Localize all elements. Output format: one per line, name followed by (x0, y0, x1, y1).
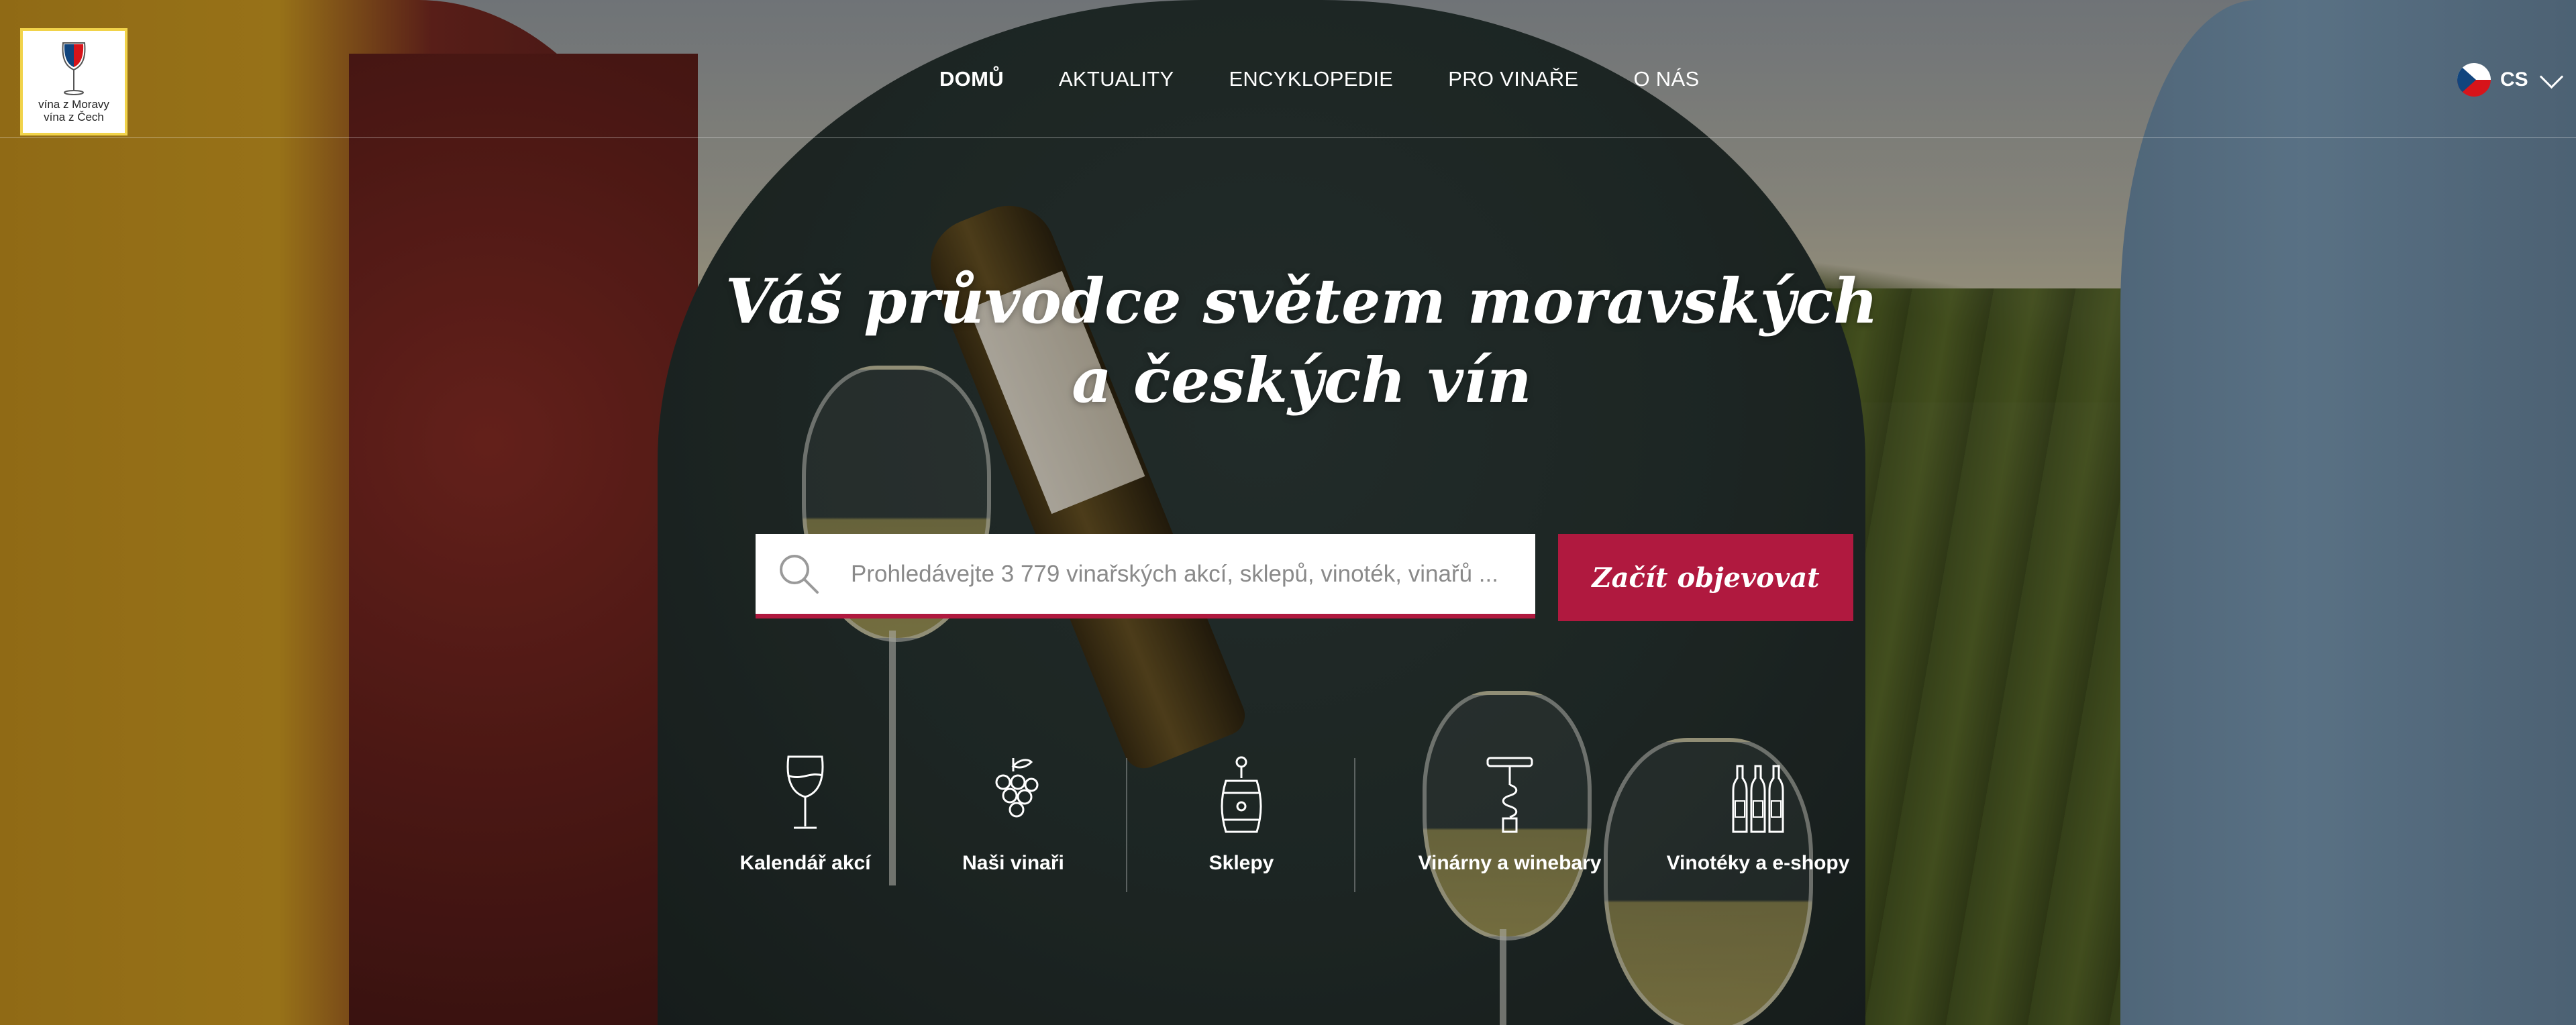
main-nav: DOMŮ AKTUALITY ENCYKLOPEDIE PRO VINAŘE O… (939, 67, 1754, 91)
start-exploring-button[interactable]: Začít objevovat (1558, 534, 1853, 621)
nav-item-for-winemakers[interactable]: PRO VINAŘE (1448, 67, 1578, 91)
chevron-down-icon (2539, 64, 2563, 89)
category-cellars[interactable]: Sklepy (1127, 751, 1355, 892)
site-logo[interactable]: vína z Moravy vína z Čech (20, 28, 127, 136)
search-icon (780, 554, 819, 594)
wine-glass-logo-icon (62, 42, 86, 95)
hero-title-line-2: a českých vín (1072, 344, 1532, 417)
category-label: Naši vinaři (962, 852, 1064, 874)
czech-flag-icon (2457, 63, 2491, 97)
bottles-icon (1732, 765, 1784, 833)
barrel-icon (1221, 756, 1262, 833)
hero-title: Váš průvodce světem moravských a českých… (671, 262, 1933, 420)
nav-item-news[interactable]: AKTUALITY (1059, 67, 1174, 91)
category-label: Vinárny a winebary (1418, 852, 1602, 874)
nav-item-home[interactable]: DOMŮ (939, 67, 1004, 91)
wine-glass-icon (786, 755, 824, 829)
category-links: Kalendář akcí Naši vinaři Sklepy Vinárny… (691, 751, 1953, 899)
search-box (756, 534, 1535, 618)
language-selector[interactable]: CS (2457, 63, 2563, 97)
header-divider (0, 137, 2576, 138)
search-input[interactable] (849, 559, 1523, 588)
category-wine-bars[interactable]: Vinárny a winebary (1396, 751, 1624, 892)
corkscrew-icon (1486, 757, 1533, 833)
category-divider (1354, 758, 1355, 892)
hero-section: vína z Moravy vína z Čech DOMŮ AKTUALITY… (0, 0, 2576, 1025)
category-event-calendar[interactable]: Kalendář akcí (691, 751, 919, 892)
category-label: Sklepy (1208, 852, 1274, 874)
logo-text-moravia: vína z Moravy (38, 98, 109, 111)
category-label: Kalendář akcí (739, 852, 871, 874)
category-winemakers[interactable]: Naši vinaři (899, 751, 1127, 892)
nav-item-about-us[interactable]: O NÁS (1633, 67, 1699, 91)
language-code: CS (2500, 68, 2528, 91)
nav-item-encyclopedia[interactable]: ENCYKLOPEDIE (1229, 67, 1393, 91)
category-wine-shops[interactable]: Vinotéky a e-shopy (1644, 751, 1872, 892)
logo-text-bohemia: vína z Čech (44, 111, 104, 123)
category-label: Vinotéky a e-shopy (1666, 852, 1850, 874)
hero-title-line-1: Váš průvodce světem moravských (725, 265, 1879, 337)
grapes-icon (995, 758, 1039, 818)
